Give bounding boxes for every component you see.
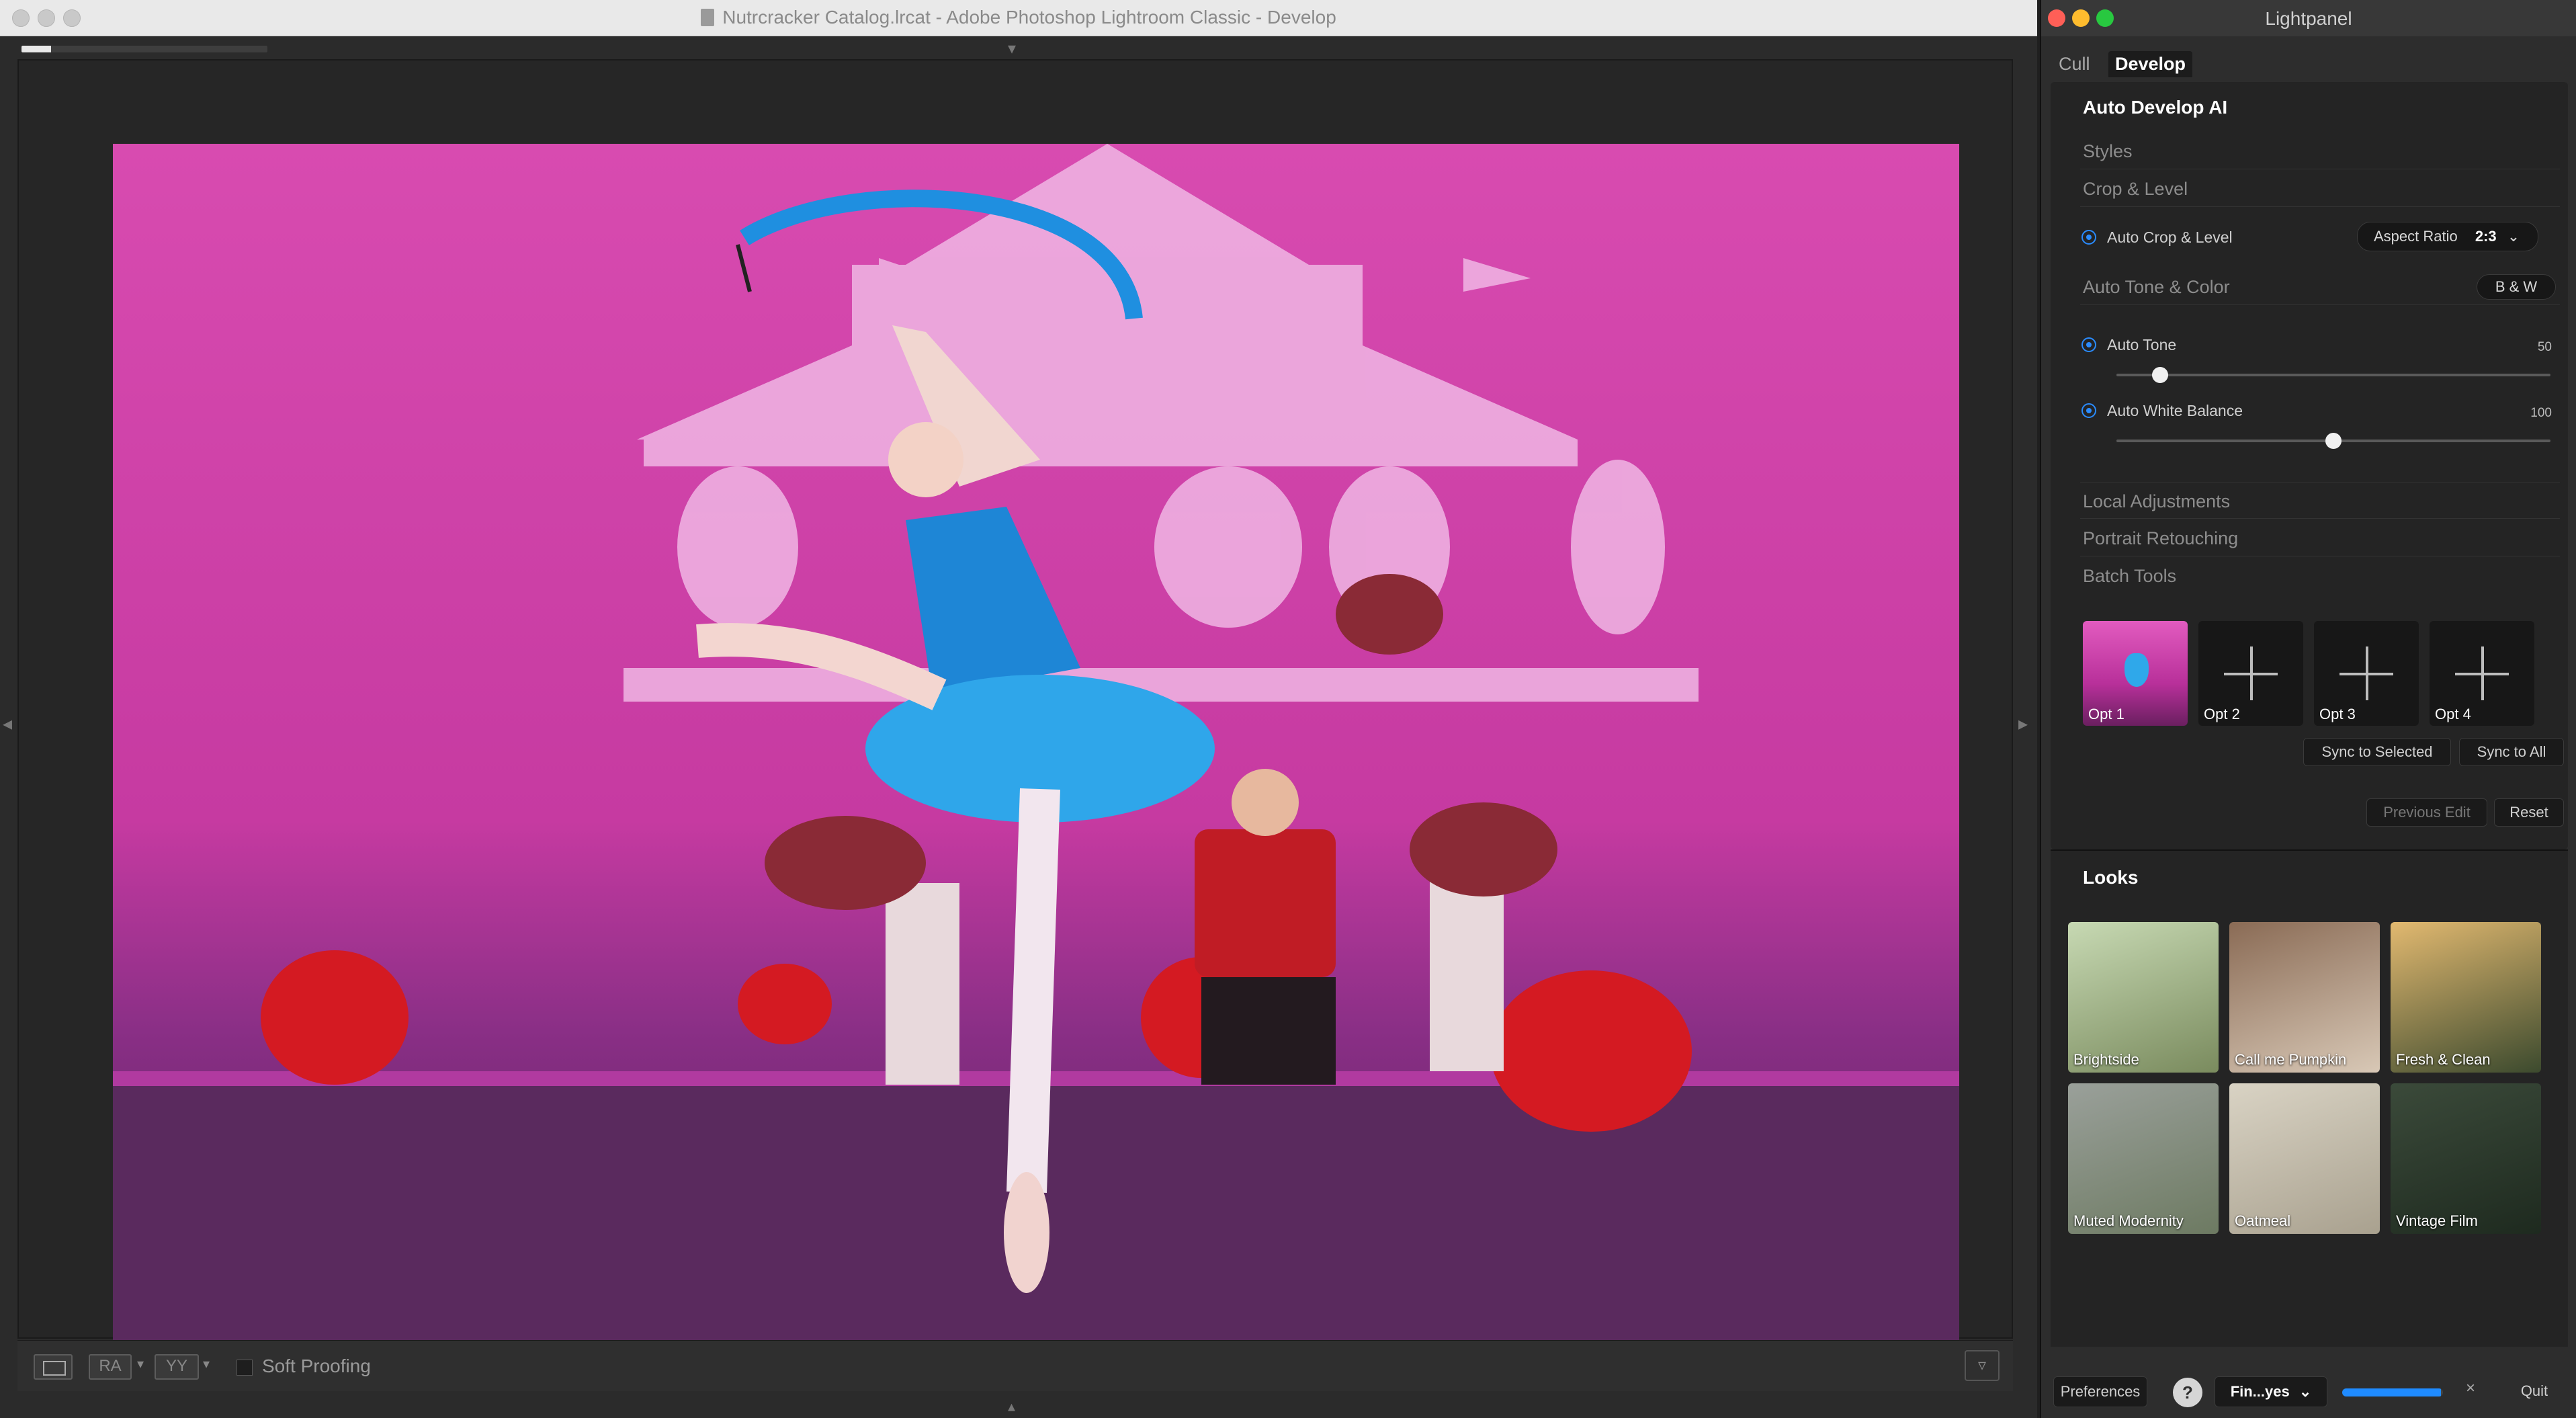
look-fresh-clean[interactable]: Fresh & Clean — [2391, 922, 2541, 1073]
batch-option-1[interactable]: Opt 1 — [2083, 621, 2188, 726]
auto-tone-slider-thumb[interactable] — [2151, 367, 2168, 383]
look-label: Fresh & Clean — [2396, 1051, 2491, 1068]
window-title: Nutrcracker Catalog.lrcat - Adobe Photos… — [0, 7, 2037, 28]
lightroom-titlebar: Nutrcracker Catalog.lrcat - Adobe Photos… — [0, 0, 2037, 36]
section-batch-tools[interactable]: Batch Tools — [2080, 558, 2560, 594]
look-brightside[interactable]: Brightside — [2068, 922, 2219, 1073]
auto-crop-radio[interactable] — [2081, 230, 2096, 245]
lightpanel-footer: Preferences ? Fin...yes ⌄ × Quit — [2041, 1363, 2576, 1418]
bw-button[interactable]: B & W — [2477, 274, 2556, 300]
look-label: Muted Modernity — [2073, 1212, 2184, 1229]
processing-progress-bar — [2342, 1388, 2443, 1396]
quit-button[interactable]: Quit — [2502, 1376, 2567, 1407]
auto-tone-value: 50 — [2537, 340, 2552, 354]
ballet-photo[interactable] — [113, 144, 1959, 1375]
batch-option-4[interactable]: Opt 4 — [2430, 621, 2534, 726]
task-progress-bar — [22, 46, 267, 52]
document-icon — [701, 9, 715, 26]
profile-select[interactable]: Fin...yes ⌄ — [2215, 1376, 2327, 1407]
before-after-split-button[interactable]: YY — [155, 1354, 199, 1380]
look-label: Call me Pumpkin — [2235, 1051, 2347, 1068]
lightroom-toolbar: RA ▾ YY ▾ Soft Proofing ▿ — [17, 1340, 2013, 1391]
develop-panel: Auto Develop AI Styles Crop & Level Auto… — [2051, 82, 2568, 849]
tab-cull[interactable]: Cull — [2052, 51, 2097, 77]
look-call-me-pumpkin[interactable]: Call me Pumpkin — [2229, 922, 2380, 1073]
top-panel-toggle-icon[interactable]: ▾ — [1008, 39, 1016, 58]
auto-white-balance-slider-thumb[interactable] — [2325, 433, 2342, 449]
profile-value: Fin...yes — [2230, 1383, 2290, 1400]
lightpanel-titlebar: Lightpanel — [2041, 0, 2576, 36]
option-label: Opt 4 — [2435, 706, 2471, 722]
batch-option-2[interactable]: Opt 2 — [2198, 621, 2303, 726]
look-label: Oatmeal — [2235, 1212, 2291, 1229]
option-label: Opt 3 — [2319, 706, 2356, 722]
help-icon[interactable]: ? — [2173, 1378, 2202, 1407]
look-label: Vintage Film — [2396, 1212, 2478, 1229]
cancel-progress-icon[interactable]: × — [2466, 1379, 2475, 1398]
auto-crop-label: Auto Crop & Level — [2107, 228, 2233, 246]
auto-develop-heading: Auto Develop AI — [2083, 97, 2228, 118]
section-portrait-retouching[interactable]: Portrait Retouching — [2080, 520, 2560, 556]
chevron-down-icon: ⌄ — [2507, 228, 2520, 245]
looks-heading: Looks — [2083, 867, 2139, 888]
section-local-adjustments[interactable]: Local Adjustments — [2080, 483, 2560, 519]
soft-proofing-checkbox[interactable] — [237, 1360, 253, 1376]
auto-white-balance-value: 100 — [2530, 406, 2552, 420]
look-oatmeal[interactable]: Oatmeal — [2229, 1083, 2380, 1234]
batch-option-3[interactable]: Opt 3 — [2314, 621, 2419, 726]
loupe-view-button[interactable] — [34, 1354, 73, 1380]
look-muted-modernity[interactable]: Muted Modernity — [2068, 1083, 2219, 1234]
chevron-down-icon[interactable]: ▾ — [203, 1356, 210, 1372]
soft-proofing-label: Soft Proofing — [262, 1356, 371, 1376]
window-title: Lightpanel — [2265, 8, 2352, 29]
sync-to-selected-button[interactable]: Sync to Selected — [2303, 738, 2451, 766]
auto-white-balance-label: Auto White Balance — [2107, 402, 2243, 419]
auto-white-balance-radio[interactable] — [2081, 403, 2096, 418]
chevron-down-icon[interactable]: ▾ — [137, 1356, 144, 1372]
aspect-ratio-select[interactable]: Aspect Ratio 2:3 ⌄ — [2357, 222, 2538, 251]
auto-tone-slider[interactable] — [2116, 367, 2550, 383]
previous-edit-button[interactable]: Previous Edit — [2366, 798, 2487, 827]
filmstrip-toggle-icon[interactable]: ▴ — [1008, 1398, 1015, 1415]
aspect-ratio-label: Aspect Ratio — [2374, 228, 2458, 245]
option-label: Opt 2 — [2204, 706, 2240, 722]
look-label: Brightside — [2073, 1051, 2139, 1068]
section-styles[interactable]: Styles — [2080, 133, 2560, 169]
auto-tone-radio[interactable] — [2081, 337, 2096, 352]
toolbar-menu-button[interactable]: ▿ — [1965, 1350, 2000, 1381]
reset-button[interactable]: Reset — [2494, 798, 2564, 827]
image-canvas[interactable] — [17, 59, 2013, 1375]
processing-progress-fill — [2342, 1388, 2441, 1396]
lightpanel-window: Lightpanel Cull Develop Auto Develop AI … — [2040, 0, 2576, 1418]
chevron-down-icon: ⌄ — [2299, 1383, 2312, 1400]
option-label: Opt 1 — [2088, 706, 2124, 722]
auto-white-balance-slider[interactable] — [2116, 433, 2550, 449]
preferences-button[interactable]: Preferences — [2053, 1376, 2147, 1407]
aspect-ratio-value: 2:3 — [2475, 228, 2497, 245]
lightroom-window: Nutrcracker Catalog.lrcat - Adobe Photos… — [0, 0, 2037, 1418]
tab-develop[interactable]: Develop — [2108, 51, 2193, 77]
before-after-button[interactable]: RA — [89, 1354, 132, 1380]
auto-tone-label: Auto Tone — [2107, 336, 2177, 353]
task-progress-fill — [22, 46, 51, 52]
left-panel-toggle-icon[interactable]: ◂ — [3, 712, 12, 735]
sync-to-all-button[interactable]: Sync to All — [2459, 738, 2564, 766]
look-vintage-film[interactable]: Vintage Film — [2391, 1083, 2541, 1234]
section-crop-level[interactable]: Crop & Level — [2080, 171, 2560, 207]
looks-panel: Looks Brightside Call me Pumpkin Fresh &… — [2051, 849, 2568, 1347]
right-panel-toggle-icon[interactable]: ▸ — [2018, 712, 2028, 735]
